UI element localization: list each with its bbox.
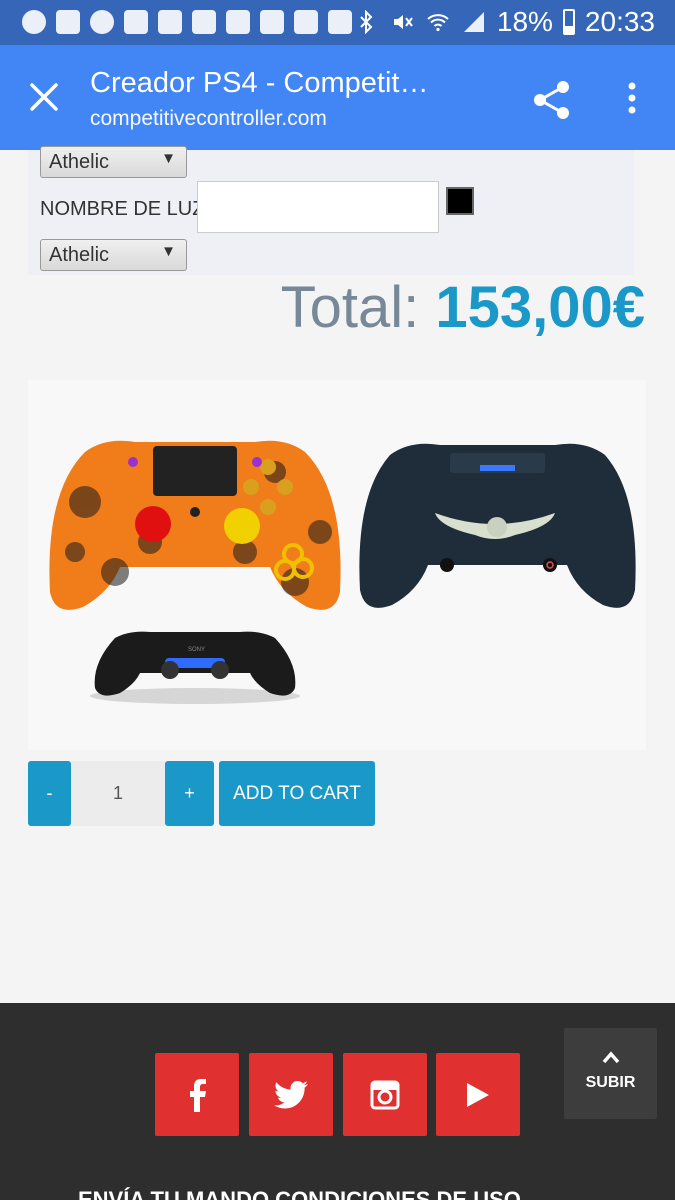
close-icon[interactable] xyxy=(24,77,64,117)
instagram-button[interactable] xyxy=(343,1053,427,1136)
youtube-icon xyxy=(328,10,352,34)
twitter-button[interactable] xyxy=(249,1053,333,1136)
chevron-up-icon xyxy=(602,1051,619,1064)
browser-toolbar: Creador PS4 - Competit… competitivecontr… xyxy=(0,45,675,150)
add-to-cart-button[interactable]: ADD TO CART xyxy=(219,761,375,826)
share-icon[interactable] xyxy=(530,78,574,122)
play-icon xyxy=(467,1082,489,1107)
system-status: 18% 20:33 xyxy=(353,6,655,38)
select-2-value: Athelic xyxy=(49,244,110,266)
signal-icon xyxy=(463,12,484,32)
quantity-input[interactable]: 1 xyxy=(71,761,165,826)
quantity-increase-button[interactable]: + xyxy=(165,761,214,826)
scroll-top-button[interactable]: SUBIR xyxy=(564,1028,657,1119)
more-options-icon[interactable] xyxy=(620,78,644,118)
notification-icons xyxy=(22,10,352,34)
dropdown-arrow-icon: ▼ xyxy=(161,243,176,260)
instagram-icon xyxy=(370,1080,400,1109)
quantity-decrease-button[interactable]: - xyxy=(28,761,71,826)
controller-front-image xyxy=(49,440,341,610)
color-swatch[interactable] xyxy=(446,187,474,215)
light-name-label: NOMBRE DE LUZ: xyxy=(40,198,211,220)
footer-links[interactable]: ENVÍA TU MANDO CONDICIONES DE USO xyxy=(78,1187,521,1200)
scroll-top-label: SUBIR xyxy=(585,1074,636,1091)
brand-text: SONY xyxy=(188,647,205,653)
whatsapp-icon xyxy=(90,10,114,34)
twitter-icon xyxy=(260,10,284,34)
mute-icon xyxy=(393,15,413,29)
twitter-icon xyxy=(274,1080,308,1108)
total-label: Total: xyxy=(280,275,420,340)
wifi-icon xyxy=(427,14,449,32)
battery-percent: 18% xyxy=(496,6,553,37)
total-price: Total: 153,00€ xyxy=(281,274,645,341)
controller-back-image xyxy=(359,443,636,608)
youtube-button[interactable] xyxy=(436,1053,520,1136)
select-1-value: Athelic xyxy=(49,151,110,173)
color-select-2[interactable]: Athelic ▼ xyxy=(40,239,187,271)
dropdown-arrow-icon: ▼ xyxy=(161,150,176,167)
facebook-icon xyxy=(56,10,80,34)
page-title: Creador PS4 - Competit… xyxy=(90,67,429,99)
image-icon xyxy=(124,10,148,34)
bluetooth-icon xyxy=(360,10,373,34)
chat-icon xyxy=(22,10,46,34)
twitter-icon xyxy=(158,10,182,34)
footer: SUBIR ENVÍA TU MANDO CONDICIONES DE USO xyxy=(0,1003,675,1200)
facebook-icon xyxy=(190,1078,206,1112)
light-name-input[interactable] xyxy=(197,181,439,233)
gmail-icon xyxy=(226,10,250,34)
instagram-icon xyxy=(294,10,318,34)
page-url: competitivecontroller.com xyxy=(90,107,327,130)
total-value: 153,00€ xyxy=(435,275,645,340)
clock: 20:33 xyxy=(584,6,655,37)
battery-icon xyxy=(562,9,575,35)
color-select-1[interactable]: Athelic ▼ xyxy=(40,146,187,178)
controller-small-image: SONY xyxy=(90,631,300,704)
status-bar: 18% 20:33 xyxy=(0,0,675,45)
facebook-button[interactable] xyxy=(155,1053,239,1136)
twitter-icon xyxy=(192,10,216,34)
